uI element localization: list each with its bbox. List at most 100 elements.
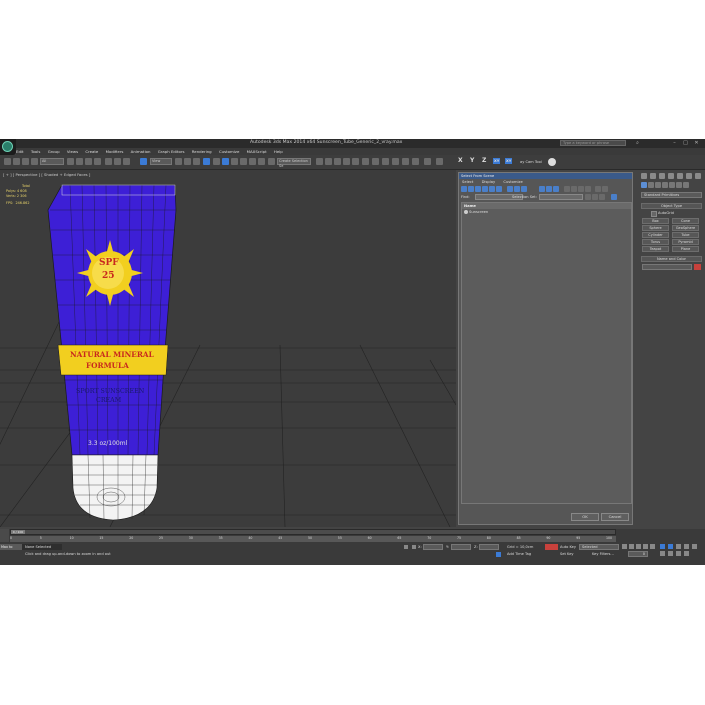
redo-icon[interactable] bbox=[13, 158, 20, 165]
set-key-button[interactable]: Set Key bbox=[560, 552, 574, 556]
display-invert-icon[interactable] bbox=[553, 186, 559, 192]
display-bones-icon[interactable] bbox=[521, 186, 527, 192]
selection-set-icon-4[interactable] bbox=[611, 194, 617, 200]
walk-through-icon[interactable] bbox=[668, 551, 673, 556]
box-button[interactable]: Box bbox=[642, 218, 669, 224]
helpers-category-icon[interactable] bbox=[669, 182, 675, 188]
spinner-snap-icon[interactable] bbox=[231, 158, 238, 165]
modify-tab-icon[interactable] bbox=[650, 173, 656, 179]
select-none-icon[interactable] bbox=[571, 186, 577, 192]
schematic-view-icon[interactable] bbox=[343, 158, 350, 165]
snap-toggle-icon[interactable] bbox=[203, 158, 210, 165]
viewport-label[interactable]: [ + ] [ Perspective ] [ Shaded + Edged F… bbox=[3, 172, 90, 177]
max-toggle-icon[interactable] bbox=[684, 551, 689, 556]
menu-animation[interactable]: Animation bbox=[131, 149, 151, 154]
dialog-menu-select[interactable]: Select bbox=[462, 180, 473, 184]
x-coord-field[interactable] bbox=[423, 544, 443, 550]
prev-frame-icon[interactable] bbox=[629, 544, 634, 549]
autogrid-checkbox[interactable] bbox=[651, 211, 657, 217]
next-frame-icon[interactable] bbox=[643, 544, 648, 549]
named-selection-icon[interactable] bbox=[240, 158, 247, 165]
menu-customize[interactable]: Customize bbox=[219, 149, 239, 154]
primitive-category-dropdown[interactable]: Standard Primitives bbox=[641, 192, 702, 198]
activeshade-icon[interactable] bbox=[412, 158, 419, 165]
menu-views[interactable]: Views bbox=[67, 149, 78, 154]
display-all-icon[interactable] bbox=[539, 186, 545, 192]
mini-listener-toggle[interactable] bbox=[0, 529, 9, 542]
dialog-menu-customize[interactable]: Customize bbox=[503, 180, 522, 184]
goto-start-icon[interactable] bbox=[622, 544, 627, 549]
select-invert-icon[interactable] bbox=[578, 186, 584, 192]
zoom-icon[interactable] bbox=[660, 544, 665, 549]
display-xrefs-icon[interactable] bbox=[514, 186, 520, 192]
object-type-rollout[interactable]: Object Type bbox=[641, 203, 702, 209]
auto-key-button[interactable]: Auto Key bbox=[560, 545, 576, 549]
key-filters-button[interactable]: Key Filters... bbox=[592, 552, 614, 556]
shapes-category-icon[interactable] bbox=[648, 182, 654, 188]
name-column-header[interactable]: Name bbox=[462, 203, 631, 209]
y-coord-field[interactable] bbox=[451, 544, 471, 550]
display-helpers-icon[interactable] bbox=[489, 186, 495, 192]
search-icon[interactable]: ⌕ bbox=[634, 140, 641, 146]
maxscript-listener[interactable]: Max to bbox=[0, 544, 22, 550]
axis-xy-button[interactable]: XY bbox=[493, 158, 501, 164]
find-case-icon[interactable] bbox=[595, 186, 601, 192]
hierarchy-tab-icon[interactable] bbox=[659, 173, 665, 179]
geosphere-button[interactable]: GeoSphere bbox=[672, 225, 699, 231]
rotate-icon[interactable] bbox=[114, 158, 121, 165]
name-color-rollout[interactable]: Name and Color bbox=[641, 256, 702, 262]
dialog-menu-display[interactable]: Display bbox=[482, 180, 496, 184]
time-tag-icon[interactable] bbox=[496, 552, 501, 557]
plane-button[interactable]: Plane bbox=[672, 246, 699, 252]
display-geometry-icon[interactable] bbox=[461, 186, 467, 192]
current-frame-field[interactable]: 0 bbox=[628, 551, 648, 557]
axis-x-button[interactable]: X bbox=[458, 157, 463, 164]
tube-button[interactable]: Tube bbox=[672, 232, 699, 238]
object-name-input[interactable] bbox=[642, 264, 692, 270]
cam-tool-label[interactable]: ay Cam Tool bbox=[520, 160, 542, 164]
unlink-icon[interactable] bbox=[31, 158, 38, 165]
lock-selection-icon[interactable] bbox=[404, 545, 408, 549]
fov-icon[interactable] bbox=[692, 544, 697, 549]
render-frame-window-icon[interactable] bbox=[424, 158, 431, 165]
menu-rendering[interactable]: Rendering bbox=[192, 149, 212, 154]
align-icon[interactable] bbox=[258, 158, 265, 165]
layer-manager-icon[interactable] bbox=[316, 158, 323, 165]
select-object-icon[interactable] bbox=[67, 158, 74, 165]
perspective-viewport[interactable]: SPF 25 NATURAL MINERAL FORMULA SPORT SUN… bbox=[0, 170, 456, 527]
close-button[interactable]: ✕ bbox=[693, 140, 700, 146]
angle-snap-icon[interactable] bbox=[213, 158, 220, 165]
zoom-all-icon[interactable] bbox=[668, 544, 673, 549]
maximize-button[interactable]: □ bbox=[682, 140, 689, 146]
display-cameras-icon[interactable] bbox=[482, 186, 488, 192]
menu-maxscript[interactable]: MAXScript bbox=[247, 149, 267, 154]
axis-xy-alt-button[interactable]: XY bbox=[505, 158, 513, 164]
pivot-icon[interactable] bbox=[175, 158, 182, 165]
render-setup-icon[interactable] bbox=[362, 158, 369, 165]
cancel-button[interactable]: Cancel bbox=[601, 513, 629, 521]
edit-named-selection-icon[interactable] bbox=[268, 158, 275, 165]
display-tab-icon[interactable] bbox=[677, 173, 683, 179]
axis-y-button[interactable]: Y bbox=[470, 157, 474, 164]
mirror-icon[interactable] bbox=[249, 158, 256, 165]
link-icon[interactable] bbox=[22, 158, 29, 165]
scene-object-list[interactable]: Name Sunscreen bbox=[461, 202, 632, 504]
display-lights-icon[interactable] bbox=[475, 186, 481, 192]
keyboard-shortcut-icon[interactable] bbox=[193, 158, 200, 165]
pan-icon[interactable] bbox=[660, 551, 665, 556]
display-none-icon[interactable] bbox=[546, 186, 552, 192]
selection-set-icon-2[interactable] bbox=[592, 194, 598, 200]
create-selection-set-dropdown[interactable]: Create Selection Se bbox=[277, 158, 311, 168]
move-icon[interactable] bbox=[105, 158, 112, 165]
selection-set-icon-3[interactable] bbox=[599, 194, 605, 200]
motion-tab-icon[interactable] bbox=[668, 173, 674, 179]
menu-help[interactable]: Help bbox=[274, 149, 283, 154]
play-icon[interactable] bbox=[636, 544, 641, 549]
teapot-render-icon[interactable] bbox=[392, 158, 399, 165]
graphite-icon[interactable] bbox=[325, 158, 332, 165]
goto-end-icon[interactable] bbox=[650, 544, 655, 549]
ok-button[interactable]: OK bbox=[571, 513, 599, 521]
material-editor-icon[interactable] bbox=[352, 158, 359, 165]
geometry-category-icon[interactable] bbox=[641, 182, 647, 188]
time-slider-thumb[interactable]: 0 / 100 bbox=[11, 530, 25, 534]
